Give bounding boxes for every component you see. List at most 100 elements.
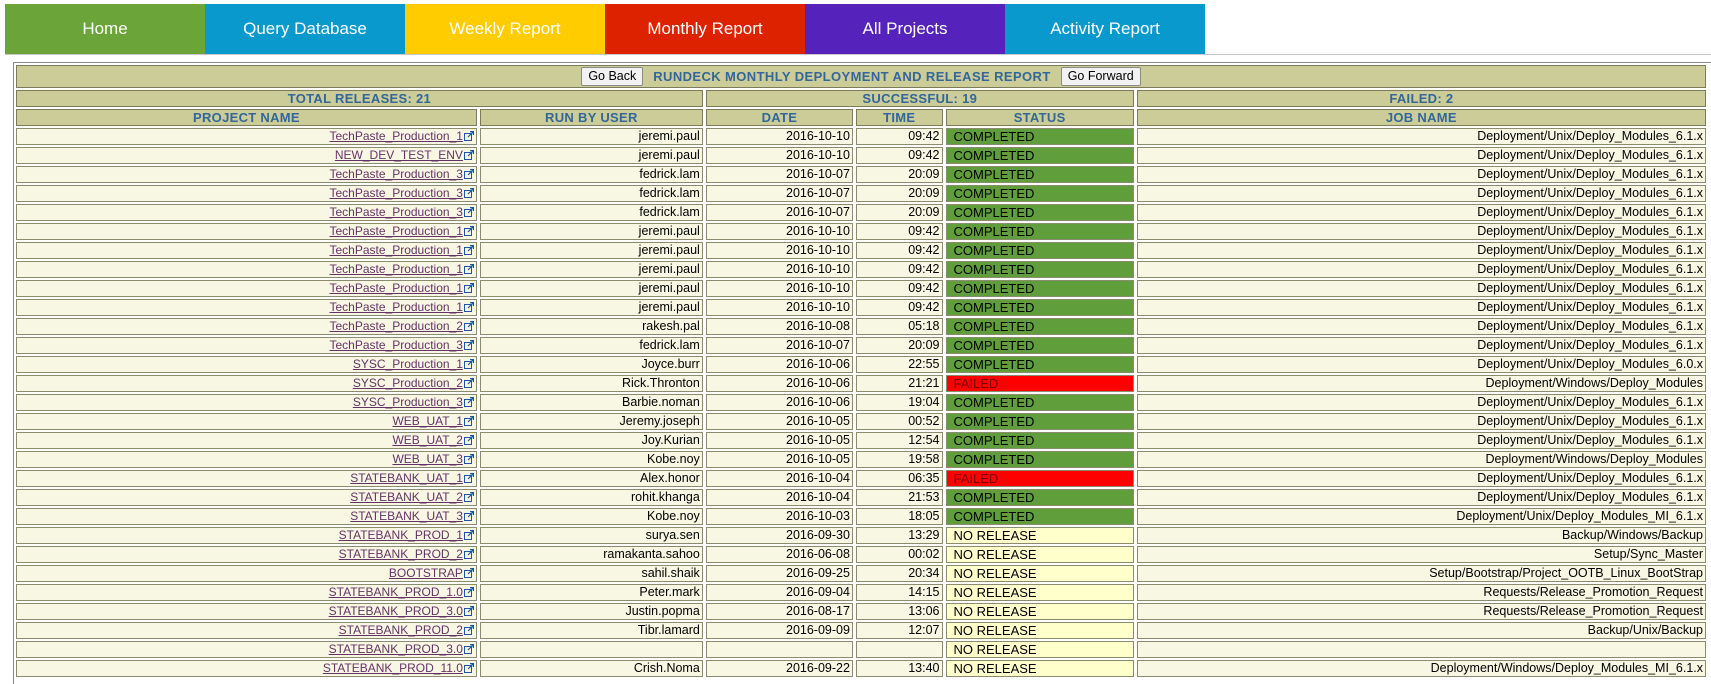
project-link[interactable]: TechPaste_Production_3: [329, 186, 462, 200]
external-link-icon[interactable]: [463, 338, 474, 352]
project-link[interactable]: TechPaste_Production_3: [329, 167, 462, 181]
go-back-button[interactable]: Go Back: [581, 67, 644, 86]
external-link-icon[interactable]: [463, 224, 474, 238]
external-link-icon[interactable]: [463, 186, 474, 200]
total-releases-summary: TOTAL RELEASES: 21: [16, 90, 703, 107]
external-link-icon[interactable]: [463, 642, 474, 656]
project-name-cell: STATEBANK_UAT_3: [16, 508, 477, 525]
external-link-icon[interactable]: [463, 148, 474, 162]
report-panel: Go Back RUNDECK MONTHLY DEPLOYMENT AND R…: [13, 62, 1711, 684]
project-link[interactable]: STATEBANK_PROD_3.0: [329, 604, 463, 618]
project-link[interactable]: STATEBANK_PROD_2: [339, 547, 463, 561]
external-link-icon[interactable]: [463, 452, 474, 466]
tab-monthly-report[interactable]: Monthly Report: [605, 4, 805, 54]
status-cell: FAILED: [945, 470, 1134, 487]
column-header-job-name[interactable]: JOB NAME: [1136, 109, 1706, 126]
project-link[interactable]: WEB_UAT_3: [392, 452, 462, 466]
project-name-cell: TechPaste_Production_3: [16, 166, 477, 183]
external-link-icon[interactable]: [463, 623, 474, 637]
column-header-status[interactable]: STATUS: [945, 109, 1134, 126]
project-link[interactable]: WEB_UAT_1: [392, 414, 462, 428]
project-name-cell: STATEBANK_UAT_2: [16, 489, 477, 506]
status-cell: COMPLETED: [945, 356, 1134, 373]
go-forward-button[interactable]: Go Forward: [1060, 67, 1141, 86]
project-link[interactable]: SYSC_Production_2: [353, 376, 463, 390]
date-cell: 2016-10-10: [705, 223, 853, 240]
external-link-icon[interactable]: [463, 395, 474, 409]
project-link[interactable]: STATEBANK_PROD_1: [339, 528, 463, 542]
project-link[interactable]: STATEBANK_PROD_1.0: [329, 585, 463, 599]
project-link[interactable]: TechPaste_Production_2: [329, 319, 462, 333]
column-header-date[interactable]: DATE: [705, 109, 853, 126]
run-by-user-cell: Alex.honor: [479, 470, 703, 487]
project-link[interactable]: TechPaste_Production_1: [329, 300, 462, 314]
external-link-icon[interactable]: [463, 262, 474, 276]
column-header-project-name[interactable]: PROJECT NAME: [16, 109, 477, 126]
project-link[interactable]: STATEBANK_PROD_3.0: [329, 642, 463, 656]
external-link-icon[interactable]: [463, 243, 474, 257]
run-by-user-cell: Joyce.burr: [479, 356, 703, 373]
project-link[interactable]: BOOTSTRAP: [389, 566, 463, 580]
project-link[interactable]: NEW_DEV_TEST_ENV: [335, 148, 463, 162]
tab-all-projects[interactable]: All Projects: [805, 4, 1005, 54]
tab-weekly-report[interactable]: Weekly Report: [405, 4, 605, 54]
external-link-icon[interactable]: [463, 490, 474, 504]
external-link-icon[interactable]: [463, 376, 474, 390]
external-link-icon[interactable]: [463, 509, 474, 523]
status-cell: NO RELEASE: [945, 546, 1134, 563]
table-row: STATEBANK_PROD_2 ramakanta.sahoo 2016-06-0…: [16, 546, 1706, 563]
external-link-icon[interactable]: [463, 528, 474, 542]
time-cell: 22:55: [855, 356, 943, 373]
project-link[interactable]: STATEBANK_UAT_1: [350, 471, 463, 485]
external-link-icon[interactable]: [463, 167, 474, 181]
external-link-icon[interactable]: [463, 604, 474, 618]
project-link[interactable]: TechPaste_Production_1: [329, 243, 462, 257]
external-link-icon[interactable]: [463, 129, 474, 143]
job-name-cell: Deployment/Unix/Deploy_Modules_6.1.x: [1136, 394, 1706, 411]
external-link-icon[interactable]: [463, 300, 474, 314]
time-cell: 20:09: [855, 166, 943, 183]
time-cell: 05:18: [855, 318, 943, 335]
project-link[interactable]: STATEBANK_UAT_2: [350, 490, 463, 504]
run-by-user-cell: fedrick.lam: [479, 166, 703, 183]
tab-activity-report[interactable]: Activity Report: [1005, 4, 1205, 54]
project-link[interactable]: TechPaste_Production_1: [329, 281, 462, 295]
external-link-icon[interactable]: [463, 281, 474, 295]
project-link[interactable]: TechPaste_Production_3: [329, 338, 462, 352]
external-link-icon[interactable]: [463, 547, 474, 561]
run-by-user-cell: jeremi.paul: [479, 147, 703, 164]
external-link-icon[interactable]: [463, 414, 474, 428]
status-cell: COMPLETED: [945, 394, 1134, 411]
external-link-icon[interactable]: [463, 661, 474, 675]
project-link[interactable]: SYSC_Production_3: [353, 395, 463, 409]
tab-query-database[interactable]: Query Database: [205, 4, 405, 54]
column-header-time[interactable]: TIME: [855, 109, 943, 126]
external-link-icon[interactable]: [463, 205, 474, 219]
project-link[interactable]: SYSC_Production_1: [353, 357, 463, 371]
table-row: TechPaste_Production_1 jeremi.paul 2016-10…: [16, 242, 1706, 259]
table-row: BOOTSTRAP sahil.shaik 2016-09-25 20:34 NO RE…: [16, 565, 1706, 582]
date-cell: 2016-09-04: [705, 584, 853, 601]
tab-home[interactable]: Home: [5, 4, 205, 54]
project-link[interactable]: STATEBANK_PROD_11.0: [323, 661, 463, 675]
top-nav: Home Query Database Weekly Report Monthl…: [5, 4, 1205, 54]
run-by-user-cell: Kobe.noy: [479, 451, 703, 468]
external-link-icon[interactable]: [463, 319, 474, 333]
project-link[interactable]: TechPaste_Production_3: [329, 205, 462, 219]
external-link-icon[interactable]: [463, 566, 474, 580]
column-header-run-by-user[interactable]: RUN BY USER: [479, 109, 703, 126]
external-link-icon[interactable]: [463, 433, 474, 447]
external-link-icon[interactable]: [463, 357, 474, 371]
run-by-user-cell: Justin.popma: [479, 603, 703, 620]
project-link[interactable]: STATEBANK_UAT_3: [350, 509, 463, 523]
external-link-icon[interactable]: [463, 585, 474, 599]
project-link[interactable]: TechPaste_Production_1: [329, 224, 462, 238]
project-name-cell: BOOTSTRAP: [16, 565, 477, 582]
external-link-icon[interactable]: [463, 471, 474, 485]
project-link[interactable]: WEB_UAT_2: [392, 433, 462, 447]
project-link[interactable]: STATEBANK_PROD_2: [339, 623, 463, 637]
project-link[interactable]: TechPaste_Production_1: [329, 129, 462, 143]
job-name-cell: Deployment/Unix/Deploy_Modules_6.1.x: [1136, 470, 1706, 487]
project-link[interactable]: TechPaste_Production_1: [329, 262, 462, 276]
status-cell: COMPLETED: [945, 261, 1134, 278]
